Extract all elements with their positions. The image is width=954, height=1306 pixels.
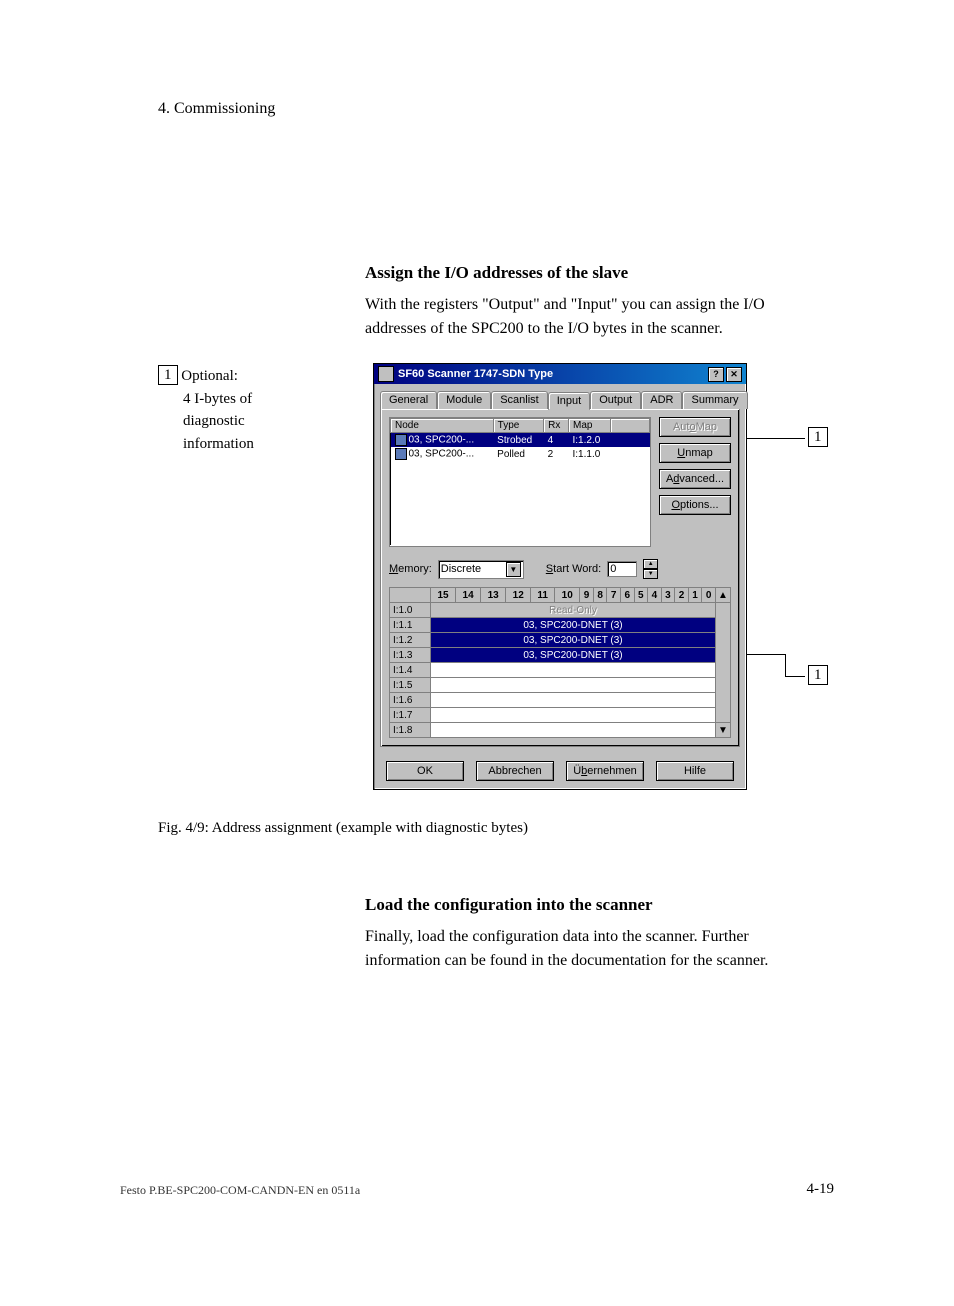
left-annotation-l1: Optional:: [181, 368, 238, 384]
help-button-bottom[interactable]: Hilfe: [656, 761, 734, 781]
cancel-button[interactable]: Abbrechen: [476, 761, 554, 781]
section-para-load: Finally, load the configuration data int…: [365, 925, 805, 973]
automap-button[interactable]: AutoMap: [659, 417, 731, 437]
unmap-button[interactable]: Unmap: [659, 443, 731, 463]
col-map[interactable]: Map: [569, 419, 611, 433]
figure-caption: Fig. 4/9: Address assignment (example wi…: [158, 820, 528, 837]
dialog-title: SF60 Scanner 1747-SDN Type: [398, 368, 553, 380]
help-button[interactable]: ?: [708, 367, 724, 382]
left-annotation-l2: 4 I-bytes of: [183, 388, 254, 411]
bit-row[interactable]: I:1.203, SPC200-DNET (3): [390, 633, 731, 648]
node-table[interactable]: Node Type Rx Map 03, SPC200-... Strobed …: [389, 417, 651, 547]
tab-module[interactable]: Module: [437, 391, 491, 409]
left-annotation-l3: diagnostic: [183, 410, 254, 433]
page-number: 4-19: [807, 1181, 835, 1198]
callout-number-right-1: 1: [808, 427, 828, 447]
tab-summary[interactable]: Summary: [682, 391, 747, 409]
leader-line: [745, 438, 805, 439]
startword-input[interactable]: 0: [607, 561, 637, 577]
bit-row[interactable]: I:1.8▼: [390, 723, 731, 738]
options-button[interactable]: Options...: [659, 495, 731, 515]
scanner-dialog: SF60 Scanner 1747-SDN Type ? ✕ General M…: [373, 363, 747, 790]
section-heading-assign: Assign the I/O addresses of the slave: [365, 263, 805, 283]
ok-button[interactable]: OK: [386, 761, 464, 781]
col-node[interactable]: Node: [391, 419, 494, 433]
close-button[interactable]: ✕: [726, 367, 742, 382]
bit-row[interactable]: I:1.6: [390, 693, 731, 708]
bit-row[interactable]: I:1.7: [390, 708, 731, 723]
left-annotation: 1 Optional: 4 I-bytes of diagnostic info…: [158, 365, 254, 455]
section-heading-load: Load the configuration into the scanner: [365, 895, 805, 915]
tab-scanlist[interactable]: Scanlist: [491, 391, 548, 409]
col-rx[interactable]: Rx: [544, 419, 569, 433]
apply-button[interactable]: Übernehmen: [566, 761, 644, 781]
leader-line: [745, 654, 785, 655]
col-type[interactable]: Type: [493, 419, 543, 433]
app-icon: [378, 366, 394, 382]
spinner-up-icon[interactable]: ▲: [643, 559, 658, 569]
callout-number-right-2: 1: [808, 665, 828, 685]
leader-line: [785, 676, 805, 677]
startword-label: Start Word:: [546, 563, 601, 575]
node-icon: [395, 434, 407, 446]
table-row[interactable]: 03, SPC200-... Polled 2 I:1.1.0: [391, 447, 650, 461]
bit-row[interactable]: I:1.303, SPC200-DNET (3): [390, 648, 731, 663]
scroll-up-icon[interactable]: ▲: [716, 588, 731, 603]
memory-label: Memory:: [389, 563, 432, 575]
advanced-button[interactable]: Advanced...: [659, 469, 731, 489]
spinner-down-icon[interactable]: ▼: [643, 569, 658, 579]
tab-general[interactable]: General: [380, 391, 437, 409]
tab-output[interactable]: Output: [590, 391, 641, 409]
chapter-header: 4. Commissioning: [158, 100, 275, 118]
callout-number-left: 1: [158, 365, 178, 385]
titlebar: SF60 Scanner 1747-SDN Type ? ✕: [374, 364, 746, 384]
left-annotation-l4: information: [183, 433, 254, 456]
bit-row[interactable]: I:1.5: [390, 678, 731, 693]
bit-row[interactable]: I:1.4: [390, 663, 731, 678]
bit-row[interactable]: I:1.0Read-Only: [390, 603, 731, 618]
bit-map-table[interactable]: 1514 1312 1110 98 76 54 32 10 ▲ I:1.0Rea…: [389, 587, 731, 738]
scroll-down-icon[interactable]: ▼: [716, 723, 731, 738]
memory-dropdown[interactable]: Discrete ▼: [438, 560, 524, 579]
tab-input[interactable]: Input: [548, 392, 590, 410]
tab-adr[interactable]: ADR: [641, 391, 682, 409]
table-row[interactable]: 03, SPC200-... Strobed 4 I:1.2.0: [391, 433, 650, 448]
leader-line: [785, 654, 786, 676]
bit-row[interactable]: I:1.103, SPC200-DNET (3): [390, 618, 731, 633]
chevron-down-icon[interactable]: ▼: [506, 562, 521, 577]
node-icon: [395, 448, 407, 460]
section-para-assign: With the registers "Output" and "Input" …: [365, 293, 805, 341]
tabs-row: General Module Scanlist Input Output ADR…: [374, 384, 746, 408]
tab-body: Node Type Rx Map 03, SPC200-... Strobed …: [380, 408, 740, 747]
footer-doc-id: Festo P.BE-SPC200-COM-CANDN-EN en 0511a: [120, 1183, 360, 1198]
startword-spinner[interactable]: ▲ ▼: [643, 559, 658, 579]
